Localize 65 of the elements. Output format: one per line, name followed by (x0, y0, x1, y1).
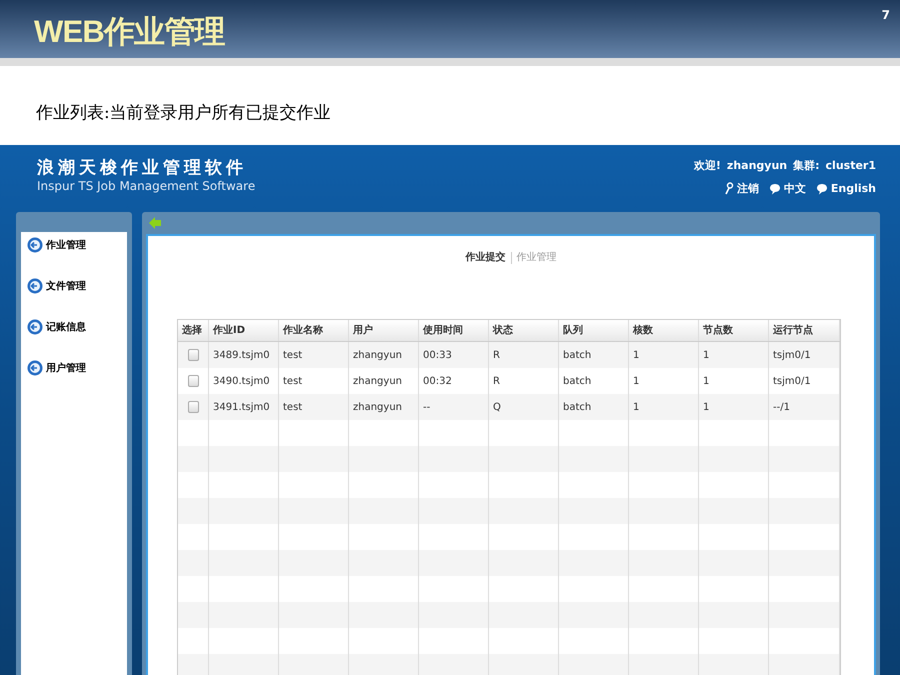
table-cell-text: batch (563, 400, 592, 414)
table-cell-text: R (493, 374, 500, 388)
sidebar-item[interactable]: 用户管理 (27, 360, 127, 376)
table-cell-text: 00:32 (423, 374, 452, 388)
cluster-name: cluster1 (826, 158, 876, 174)
arrow-circle-icon (27, 319, 43, 335)
row-checkbox[interactable] (188, 375, 198, 387)
slide-subtitle: 作业列表:当前登录用户所有已提交作业 (36, 102, 331, 125)
table-cell-text: test (283, 374, 302, 388)
sidebar-item[interactable]: 文件管理 (27, 278, 127, 294)
speech-bubble-icon (816, 182, 828, 195)
table-cell-text: 3491.tsjm0 (213, 400, 270, 414)
app-logo-subtitle: Inspur TS Job Management Software (37, 178, 256, 194)
table-cell-text: tsjm0/1 (773, 374, 811, 388)
table-cell-text: 3490.tsjm0 (213, 374, 270, 388)
table-cell-text: zhangyun (353, 374, 402, 388)
table-cell-text: 3489.tsjm0 (213, 348, 270, 362)
row-checkbox[interactable] (188, 349, 198, 361)
app-logo-title: 浪潮天梭作业管理软件 (37, 158, 248, 178)
table-cell-text: Q (493, 400, 501, 414)
user-name: zhangyun (726, 158, 788, 174)
arrow-circle-icon (27, 360, 43, 376)
table-cell-text: zhangyun (353, 400, 402, 414)
table-cell-text: -- (423, 400, 430, 414)
table-cell-text: test (283, 348, 302, 362)
table-cell-text: batch (563, 348, 592, 362)
column-header: 作业名称 (283, 324, 323, 338)
table-cell-text: 00:33 (423, 348, 452, 362)
table-cell-text: test (283, 400, 302, 414)
table-cell-text: R (493, 348, 500, 362)
tab[interactable]: 作业提交 (466, 250, 506, 265)
table-cell-text: 1 (703, 348, 710, 362)
speech-bubble-icon (768, 182, 781, 195)
column-header: 选择 (182, 324, 202, 338)
column-header: 使用时间 (423, 324, 463, 338)
column-header: 运行节点 (773, 324, 813, 338)
arrow-circle-icon (27, 237, 43, 253)
table-cell-text: batch (563, 374, 592, 388)
column-header: 作业ID (213, 324, 246, 338)
sidebar-item[interactable]: 记账信息 (27, 319, 127, 335)
table-cell-text: 1 (633, 348, 640, 362)
logout-link[interactable]: 注销 (724, 180, 759, 197)
table-cell-text: 1 (633, 374, 640, 388)
column-header: 队列 (563, 324, 583, 338)
welcome-label: 欢迎! (694, 158, 721, 174)
table-cell-text: 1 (703, 374, 710, 388)
column-header: 用户 (353, 323, 373, 338)
back-arrow-icon[interactable] (148, 216, 162, 230)
language-link[interactable]: 中文 (768, 180, 806, 197)
table-cell-text: tsjm0/1 (773, 348, 811, 362)
cluster-label: 集群: (793, 158, 820, 174)
table-cell-text: 1 (633, 400, 640, 414)
sidebar-item[interactable]: 作业管理 (27, 237, 127, 253)
key-icon (724, 182, 734, 196)
column-header: 核数 (633, 324, 653, 338)
slide-title: WEB作业管理 (34, 13, 225, 51)
table-cell-text: --/1 (773, 400, 790, 414)
row-checkbox[interactable] (188, 401, 198, 413)
table-cell-text: 1 (703, 400, 710, 414)
table-cell-text: zhangyun (353, 348, 402, 362)
page-number: 7 (882, 7, 890, 24)
column-header: 节点数 (703, 324, 733, 338)
column-header: 状态 (493, 324, 513, 338)
language-link[interactable]: English (816, 180, 876, 197)
arrow-circle-icon (27, 278, 43, 294)
